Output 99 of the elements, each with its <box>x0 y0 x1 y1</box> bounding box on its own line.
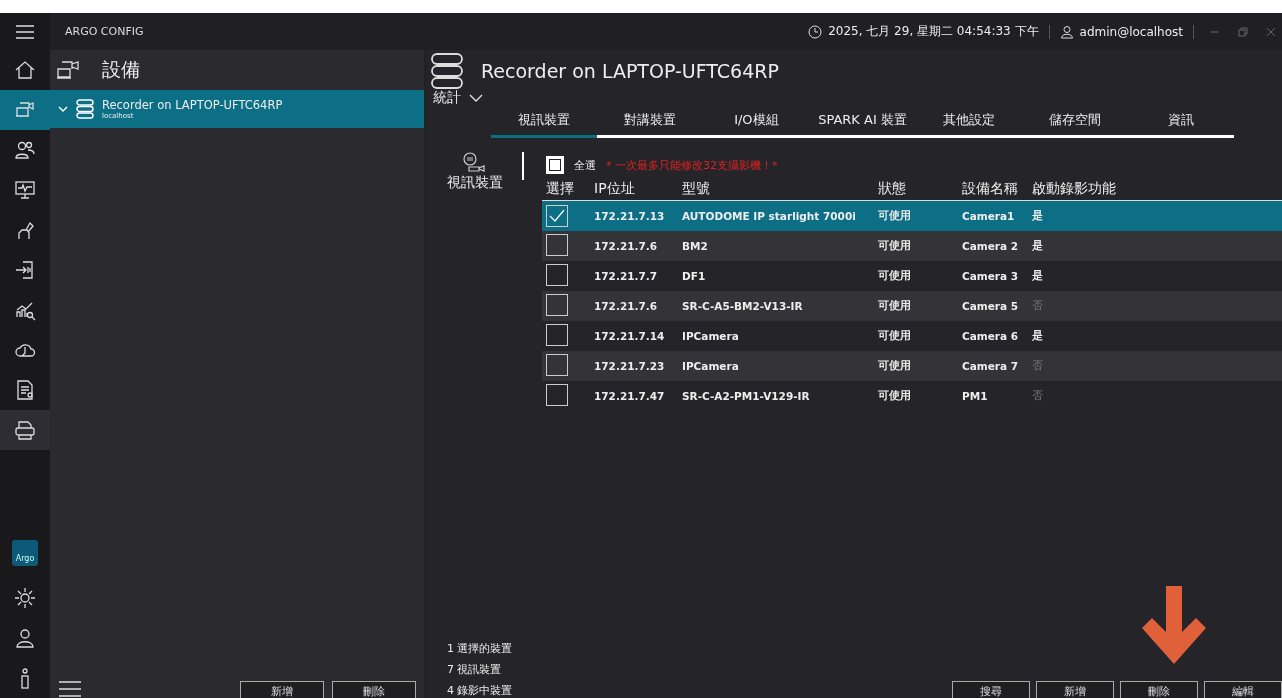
table-cell-text: DF1 <box>682 270 707 282</box>
close-icon[interactable] <box>1266 26 1276 37</box>
table-cell-text: Camera1 <box>962 210 1016 222</box>
table-cell-text: IPCamera <box>682 360 740 372</box>
panel-title: 設備 <box>102 57 140 82</box>
table-cell-text: 否 <box>1032 299 1044 313</box>
monitor-icon[interactable] <box>14 179 36 201</box>
row-checkbox[interactable] <box>546 293 568 316</box>
table-row[interactable]: 172.21.7.7 DF1 可使用 Camera 3 是 <box>542 261 1282 291</box>
app-logo[interactable]: Argo <box>12 540 38 566</box>
app-title: ARGO CONFIG <box>65 25 144 38</box>
table-cell-text: 可使用 <box>878 389 912 403</box>
action-button[interactable]: 新增 <box>1036 681 1114 698</box>
table-cell-text: 172.21.7.13 <box>594 210 666 222</box>
table-cell-text: BM2 <box>682 240 709 252</box>
tab[interactable]: 其他設定 <box>915 111 1022 138</box>
row-checkbox[interactable] <box>546 383 568 406</box>
arrow-icon <box>1142 586 1206 666</box>
table-row[interactable]: 172.21.7.47 SR-C-A2-PM1-V129-IR 可使用 PM1 否 <box>542 381 1282 411</box>
stats-dropdown[interactable]: 統計 <box>427 89 483 107</box>
clock-text: 2025, 七月 29, 星期二 04:54:33 下午 <box>828 23 1039 40</box>
tab[interactable]: SPARK AI 裝置 <box>809 111 916 138</box>
chevron-icon[interactable] <box>58 105 68 113</box>
table-cell-text: 172.21.7.6 <box>594 300 659 312</box>
table-row[interactable]: 172.21.7.23 IPCamera 可使用 Camera 7 否 <box>542 351 1282 381</box>
row-checkbox[interactable] <box>546 263 568 286</box>
row-checkbox[interactable] <box>546 233 568 256</box>
clock-icon <box>808 24 823 39</box>
table-cell-text: SR-C-A2-PM1-V129-IR <box>682 390 811 402</box>
table-cell-text: Camera 7 <box>962 360 1020 372</box>
table-cell-text: 是 <box>1032 239 1044 253</box>
action-button[interactable]: 搜尋 <box>952 681 1030 698</box>
column-header: 狀態 <box>878 180 907 198</box>
action-button[interactable]: 編輯 <box>1204 681 1282 698</box>
row-checkbox[interactable] <box>546 353 568 376</box>
recorder-title: Recorder on LAPTOP-UFTC64RP <box>481 60 779 82</box>
table-cell-text: 172.21.7.47 <box>594 390 666 402</box>
table-row[interactable]: 172.21.7.6 BM2 可使用 Camera 2 是 <box>542 231 1282 261</box>
table-cell-text: 172.21.7.23 <box>594 360 666 372</box>
table-cell-text: Camera 6 <box>962 330 1020 342</box>
tab[interactable]: 對講裝置 <box>597 111 704 138</box>
users-icon[interactable] <box>14 139 36 161</box>
panel-button[interactable]: 新增 <box>240 681 324 698</box>
table-cell-text: 172.21.7.14 <box>594 330 666 342</box>
row-checkbox[interactable] <box>546 205 568 227</box>
panel-button[interactable]: 刪除 <box>332 681 416 698</box>
table-cell-text: 是 <box>1032 209 1044 223</box>
table-cell-text: 可使用 <box>878 209 912 223</box>
tab[interactable]: 視訊裝置 <box>491 111 598 138</box>
select-all-label: 全選 <box>574 157 596 173</box>
table-cell-text: 是 <box>1032 329 1044 343</box>
row-checkbox[interactable] <box>546 323 568 346</box>
summary-text: 1 選擇的裝置 <box>447 641 513 656</box>
tab[interactable]: 儲存空間 <box>1021 111 1128 138</box>
device-icon <box>56 59 82 81</box>
table-cell-text: SR-C-A5-BM2-V13-IR <box>682 300 804 312</box>
tab[interactable]: 資訊 <box>1127 111 1234 138</box>
table-cell-text: 172.21.7.7 <box>594 270 659 282</box>
tab[interactable]: I/O模組 <box>703 111 810 138</box>
table-cell-text: 是 <box>1032 269 1044 283</box>
column-header: 選擇 <box>545 180 575 198</box>
table-row[interactable]: 172.21.7.13 AUTODOME IP starlight 7000i 可使用 Camera1 是 <box>542 201 1282 231</box>
column-header: IP位址 <box>594 180 636 198</box>
input-icon[interactable] <box>14 259 36 281</box>
table-cell-text: Camera 2 <box>962 240 1020 252</box>
column-header: 設備名稱 <box>962 180 1019 198</box>
table-cell-text: 可使用 <box>878 269 912 283</box>
section-label: 視訊裝置 <box>446 174 503 192</box>
column-header: 啟動錄影功能 <box>1032 180 1117 198</box>
table-row[interactable]: 172.21.7.14 IPCamera 可使用 Camera 6 是 <box>542 321 1282 351</box>
table-cell-text: 可使用 <box>878 239 912 253</box>
summary-text: 7 視訊裝置 <box>447 662 503 677</box>
chevron-icon <box>469 93 483 103</box>
table-row[interactable]: 172.21.7.6 SR-C-A5-BM2-V13-IR 可使用 Camera 5 否 <box>542 291 1282 321</box>
user-icon <box>1059 24 1074 39</box>
table-cell-text: 可使用 <box>878 359 912 373</box>
table-cell-text: 可使用 <box>878 299 912 313</box>
select-all-checkbox[interactable] <box>546 156 564 174</box>
server-icon <box>76 99 94 119</box>
document-icon[interactable] <box>14 379 36 401</box>
action-button[interactable]: 刪除 <box>1120 681 1198 698</box>
warning-text: * 一次最多只能修改32支攝影機！* <box>606 157 778 173</box>
table-cell-text: PM1 <box>962 390 989 402</box>
table-cell-text: 否 <box>1032 389 1044 403</box>
table-cell-text: IPCamera <box>682 330 740 342</box>
recorder-name: Recorder on LAPTOP-UFTC64RP <box>102 98 283 112</box>
nav-item[interactable] <box>0 410 50 450</box>
home-icon[interactable] <box>14 59 36 81</box>
user-name[interactable]: admin@localhost <box>1079 24 1183 39</box>
table-cell-text: 否 <box>1032 359 1044 373</box>
table-cell-text: 可使用 <box>878 329 912 343</box>
table-cell-text: Camera 5 <box>962 300 1020 312</box>
server-icon <box>431 53 463 89</box>
table-cell-text: Camera 3 <box>962 270 1020 282</box>
list-icon[interactable] <box>58 680 82 698</box>
column-header: 型號 <box>682 180 711 198</box>
summary-text: 4 錄影中裝置 <box>447 683 513 698</box>
table-cell-text: AUTODOME IP starlight 7000i <box>682 210 857 222</box>
table-cell-text: 172.21.7.6 <box>594 240 659 252</box>
